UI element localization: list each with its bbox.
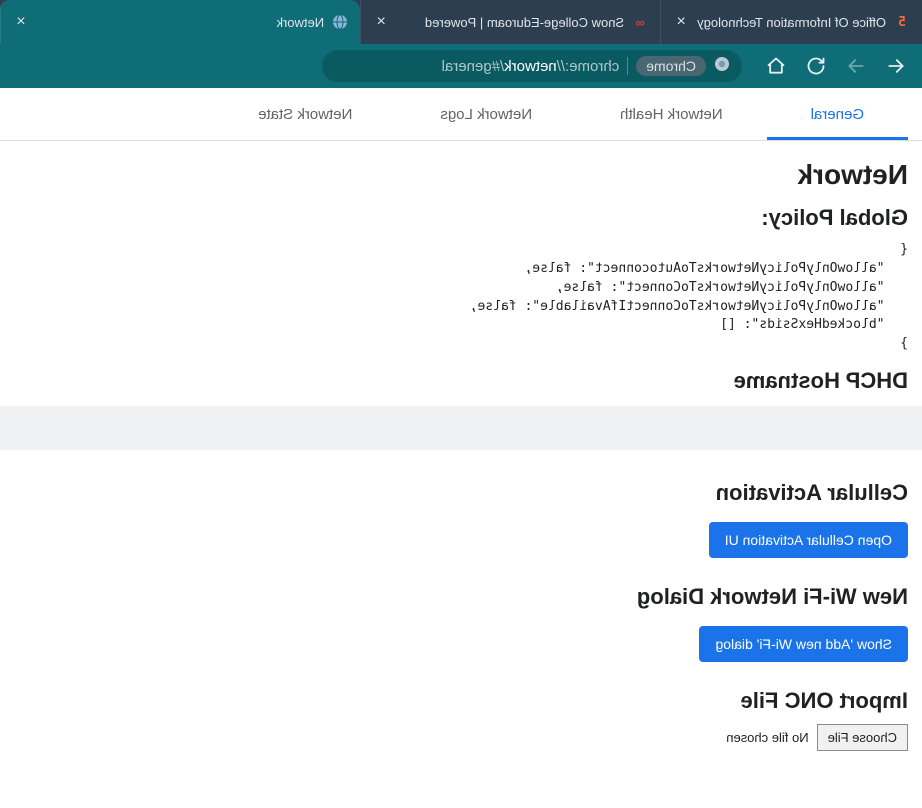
tab-title: Network <box>37 15 324 30</box>
tab-title: Office Of Information Technology <box>697 15 886 30</box>
browser-tab-1[interactable]: ∞ Snow College-Eduroam | Powered × <box>360 0 660 44</box>
tab-network-state[interactable]: Network State <box>250 88 396 140</box>
choose-file-button[interactable]: Choose File <box>817 724 908 751</box>
close-icon[interactable]: × <box>373 14 389 30</box>
global-policy-heading: Global Policy: <box>14 205 908 231</box>
main: Network Global Policy: { "allowOnlyPolic… <box>0 159 922 771</box>
tab-network-health[interactable]: Network Health <box>576 88 767 140</box>
show-add-wifi-button[interactable]: Show 'Add new Wi-Fi' dialog <box>699 626 908 662</box>
chrome-logo-icon <box>714 56 730 76</box>
browser-chrome: 5 Office Of Information Technology × ∞ S… <box>0 0 922 88</box>
file-input-row: Choose File No file chosen <box>14 724 908 751</box>
cellular-heading: Cellular Activation <box>14 480 908 506</box>
forward-button[interactable] <box>842 52 870 80</box>
browser-tab-0[interactable]: 5 Office Of Information Technology × <box>660 0 922 44</box>
favicon-snow-icon: 5 <box>894 14 910 30</box>
address-divider <box>627 57 628 75</box>
tab-bar: 5 Office Of Information Technology × ∞ S… <box>0 0 922 44</box>
tab-title: Snow College-Eduroam | Powered <box>397 15 624 30</box>
tab-network-logs[interactable]: Network Logs <box>396 88 576 140</box>
nav-tabs: General Network Health Network Logs Netw… <box>0 88 922 141</box>
address-bar[interactable]: Chrome chrome://network/#general <box>322 50 742 82</box>
toolbar: Chrome chrome://network/#general <box>0 44 922 88</box>
dhcp-heading: DHCP Hostname <box>14 368 908 394</box>
favicon-eduroam-icon: ∞ <box>632 14 648 30</box>
close-icon[interactable]: × <box>13 14 29 30</box>
no-file-label: No file chosen <box>726 730 808 745</box>
page-content: General Network Health Network Logs Netw… <box>0 88 922 771</box>
address-url: chrome://network/#general <box>442 58 620 75</box>
open-cellular-activation-button[interactable]: Open Cellular Activation UI <box>709 522 908 558</box>
dhcp-empty-bar <box>0 406 922 450</box>
import-onc-heading: Import ONC File <box>14 688 908 714</box>
page-title: Network <box>14 159 908 191</box>
close-icon[interactable]: × <box>673 14 689 30</box>
reload-button[interactable] <box>802 52 830 80</box>
tab-general[interactable]: General <box>767 88 908 140</box>
address-chip: Chrome <box>636 56 706 76</box>
back-button[interactable] <box>882 52 910 80</box>
global-policy-json: { "allowOnlyPolicyNetworksToAutoconnect"… <box>14 241 908 354</box>
browser-tab-2[interactable]: Network × <box>0 0 360 44</box>
wifi-heading: New Wi-Fi Network Dialog <box>14 584 908 610</box>
globe-icon <box>332 14 348 30</box>
home-button[interactable] <box>762 52 790 80</box>
